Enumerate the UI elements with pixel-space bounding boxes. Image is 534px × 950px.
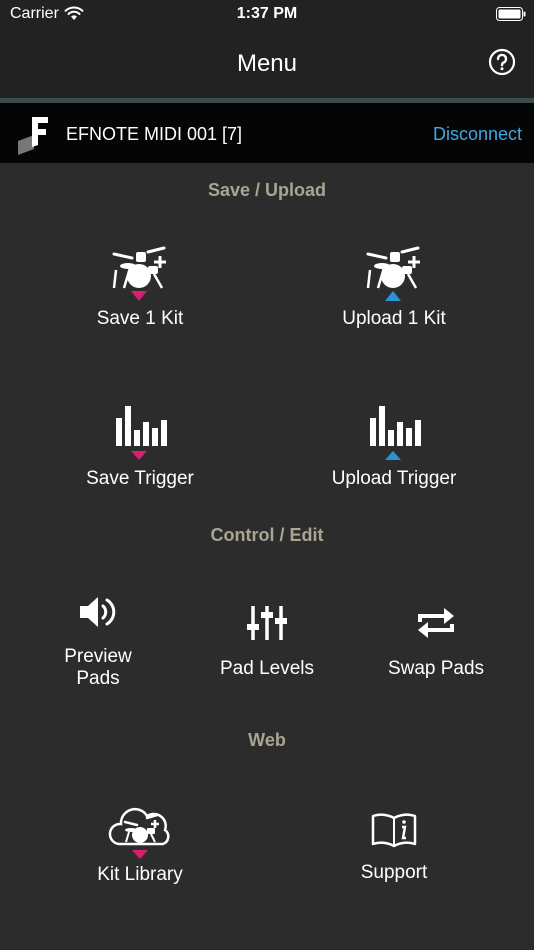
navigation-bar: Menu bbox=[0, 28, 534, 98]
save-trigger-label: Save Trigger bbox=[86, 468, 194, 489]
swap-arrows-icon bbox=[418, 608, 454, 638]
upload-trigger-label: Upload Trigger bbox=[331, 468, 457, 489]
sliders-icon bbox=[247, 606, 287, 640]
device-bar: EFNOTE MIDI 001 [7] Disconnect bbox=[0, 103, 534, 163]
support-button[interactable]: Support bbox=[294, 812, 494, 884]
section-header-web: Web bbox=[248, 730, 286, 750]
section-header-save-upload: Save / Upload bbox=[207, 180, 327, 200]
cloud-drum-kit-icon bbox=[108, 807, 170, 859]
page-title: Menu bbox=[236, 50, 298, 77]
status-time: 1:37 PM bbox=[236, 5, 298, 22]
section-header-control-edit: Control / Edit bbox=[210, 525, 324, 545]
kit-library-label: Kit Library bbox=[97, 864, 183, 885]
drum-kit-upload-icon bbox=[366, 246, 420, 301]
upload-kit-label: Upload 1 Kit bbox=[342, 308, 446, 329]
save-kit-button[interactable]: Save 1 Kit bbox=[40, 244, 240, 330]
upload-kit-button[interactable]: Upload 1 Kit bbox=[294, 244, 494, 330]
preview-pads-button[interactable]: Preview Pads bbox=[8, 592, 188, 690]
swap-pads-label: Swap Pads bbox=[387, 658, 485, 679]
book-info-icon bbox=[371, 813, 417, 848]
trigger-bars-upload-icon bbox=[370, 406, 421, 460]
support-label: Support bbox=[360, 862, 428, 883]
battery-icon bbox=[496, 7, 526, 21]
device-name: EFNOTE MIDI 001 [7] bbox=[66, 124, 243, 144]
pad-levels-label: Pad Levels bbox=[219, 658, 314, 679]
speaker-icon bbox=[80, 597, 116, 627]
pad-levels-button[interactable]: Pad Levels bbox=[177, 604, 357, 680]
efnote-logo-icon bbox=[18, 117, 48, 155]
drum-kit-save-icon bbox=[112, 246, 166, 301]
disconnect-button[interactable]: Disconnect bbox=[433, 124, 522, 145]
save-kit-label: Save 1 Kit bbox=[96, 308, 184, 329]
question-circle-icon[interactable] bbox=[488, 48, 516, 76]
swap-pads-button[interactable]: Swap Pads bbox=[346, 604, 526, 680]
status-bar: Carrier 1:37 PM bbox=[0, 0, 534, 28]
upload-trigger-button[interactable]: Upload Trigger bbox=[294, 404, 494, 490]
save-trigger-button[interactable]: Save Trigger bbox=[40, 404, 240, 490]
preview-pads-label-line1: Preview bbox=[64, 646, 132, 667]
kit-library-button[interactable]: Kit Library bbox=[40, 804, 240, 886]
preview-pads-label-line2: Pads bbox=[76, 668, 120, 689]
trigger-bars-save-icon bbox=[116, 406, 167, 460]
